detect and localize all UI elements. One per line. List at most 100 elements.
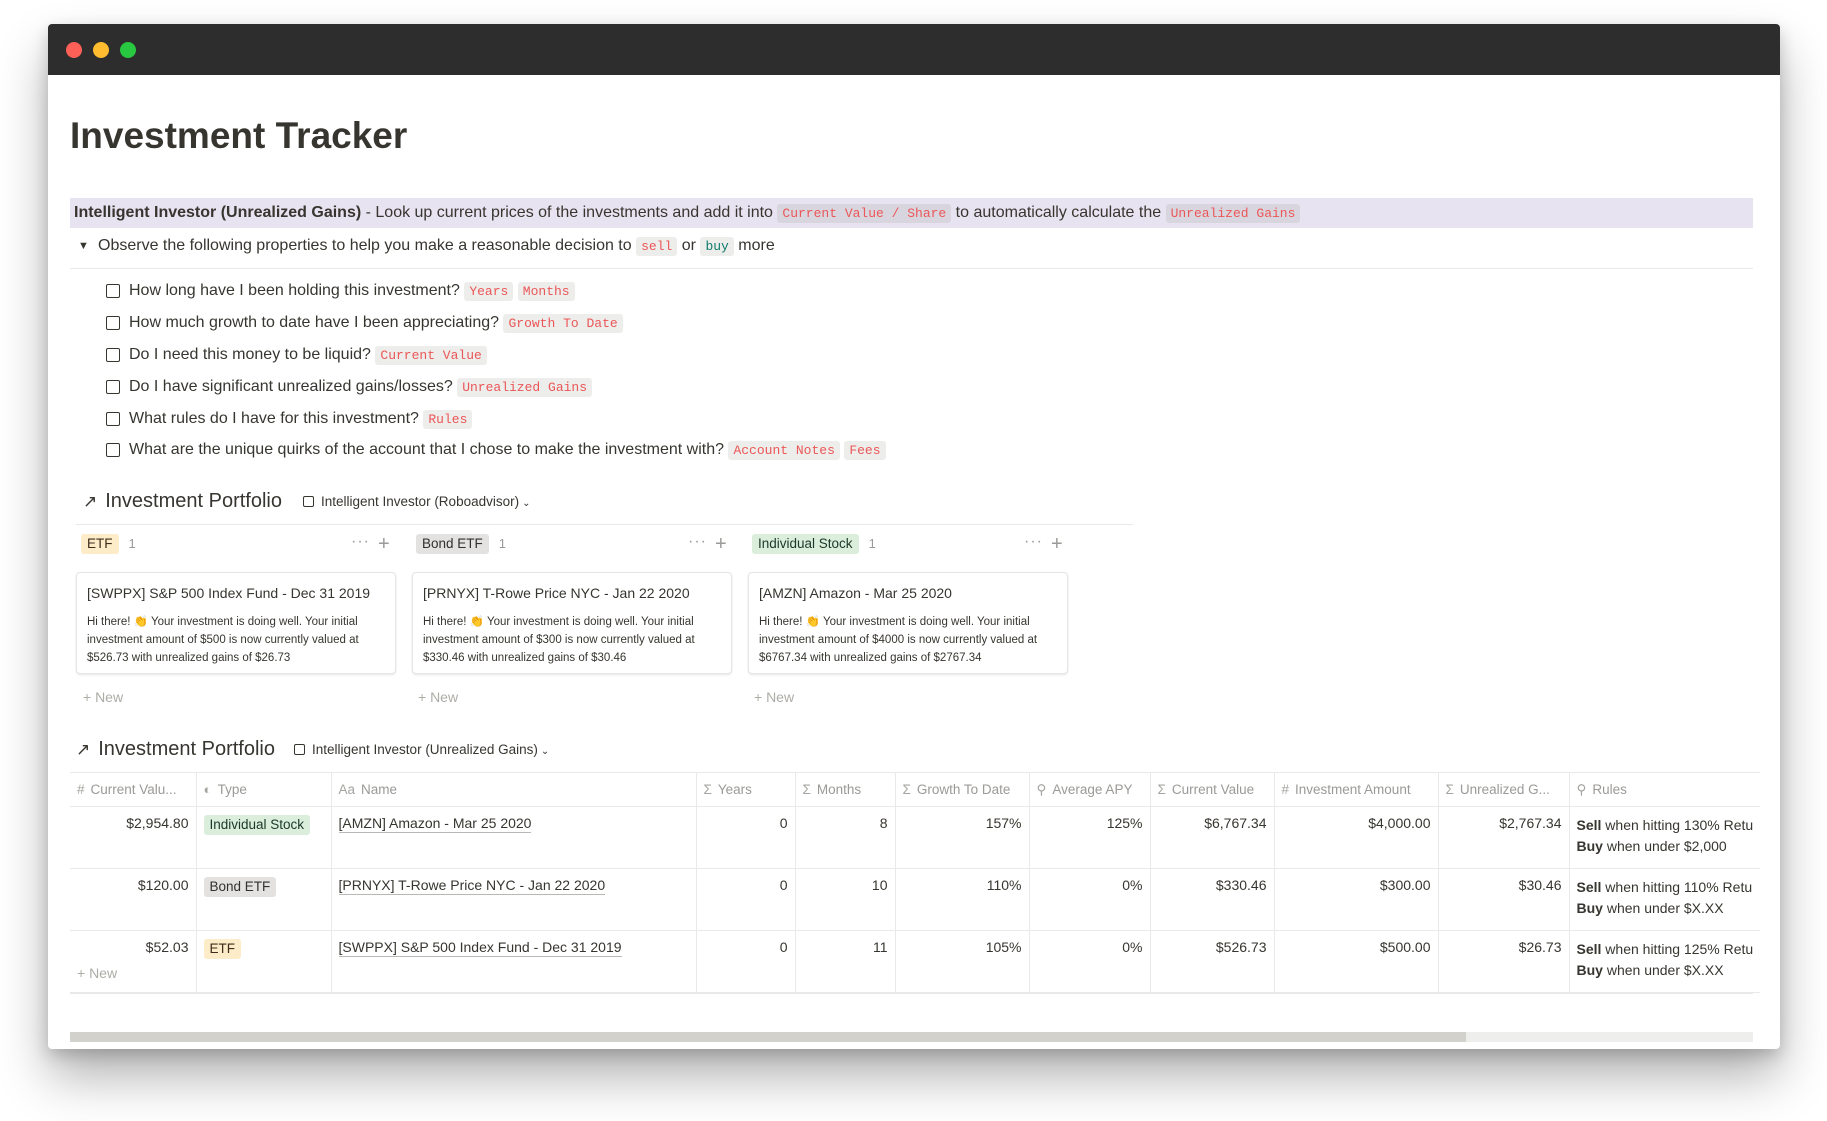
select-icon: ◐ [203,782,212,797]
column-header-investment-amount[interactable]: # Investment Amount [1274,772,1439,807]
cell-unrealized-gains[interactable]: $26.73 [1438,930,1570,993]
column-add-button[interactable]: + [1051,533,1064,556]
board-card[interactable]: [SWPPX] S&P 500 Index Fund - Dec 31 2019… [76,572,396,674]
page-content: Investment Tracker Intelligent Investor … [48,75,1780,1049]
rule-sell: Sell when hitting 125% Retu [1577,939,1754,960]
cell-current-value[interactable]: $6,767.34 [1150,806,1275,869]
row-name-link[interactable]: [SWPPX] S&P 500 Index Fund - Dec 31 2019 [338,939,622,957]
rule-text: when hitting 125% Retu [1601,941,1754,957]
column-add-button[interactable]: + [378,533,391,556]
column-header-rules[interactable]: ⚲ Rules [1569,772,1761,807]
cell-years[interactable]: 0 [696,930,796,993]
column-header-growth-to-date[interactable]: Σ Growth To Date [895,772,1030,807]
board-card[interactable]: [AMZN] Amazon - Mar 25 2020 Hi there! 👏 … [748,572,1068,674]
cell-investment-amount[interactable]: $500.00 [1274,930,1439,993]
column-header-name[interactable]: Aa Name [331,772,697,807]
checkbox[interactable] [106,348,120,362]
cell-years[interactable]: 0 [696,868,796,931]
formula-icon: Σ [703,782,712,797]
toggle-text: or [677,237,701,254]
close-window-button[interactable] [66,42,82,58]
cell-current-value-share[interactable]: $2,954.80 [70,806,197,869]
cell-growth[interactable]: 105% [895,930,1030,993]
cell-months[interactable]: 11 [795,930,896,993]
board-heading[interactable]: ↗ Investment Portfolio [83,490,282,513]
cell-name[interactable]: [PRNYX] T-Rowe Price NYC - Jan 22 2020 [331,868,697,931]
new-row-button[interactable]: + New [77,965,117,981]
cell-rules[interactable]: Sell when hitting 130% Retu Buy when und… [1569,806,1761,869]
column-add-button[interactable]: + [715,533,728,556]
checkbox[interactable] [106,412,120,426]
cell-type[interactable]: ETF [196,930,332,993]
cell-investment-amount[interactable]: $4,000.00 [1274,806,1439,869]
new-card-button[interactable]: + New [83,689,123,705]
row-name-link[interactable]: [AMZN] Amazon - Mar 25 2020 [338,815,532,833]
cell-growth[interactable]: 110% [895,868,1030,931]
horizontal-scrollbar-thumb[interactable] [70,1032,1466,1042]
cell-months[interactable]: 10 [795,868,896,931]
board-card[interactable]: [PRNYX] T-Rowe Price NYC - Jan 22 2020 H… [412,572,732,674]
cell-months[interactable]: 8 [795,806,896,869]
column-header-months[interactable]: Σ Months [795,772,896,807]
column-header-current-value-share[interactable]: # Current Valu... [70,772,197,807]
cell-apy[interactable]: 125% [1029,806,1151,869]
table-row[interactable]: $120.00 Bond ETF [PRNYX] T-Rowe Price NY… [70,868,1761,931]
checkbox[interactable] [106,284,120,298]
formula-icon: Σ [902,782,911,797]
column-label: Rules [1592,781,1627,797]
column-header-unrealized-gains[interactable]: Σ Unrealized G... [1438,772,1570,807]
table-heading[interactable]: ↗ Investment Portfolio [76,738,275,761]
cell-current-value[interactable]: $526.73 [1150,930,1275,993]
minimize-window-button[interactable] [93,42,109,58]
column-label: Investment Amount [1295,782,1411,797]
checkbox[interactable] [106,380,120,394]
new-card-button[interactable]: + New [754,689,794,705]
column-more-button[interactable]: ··· [351,533,370,551]
database-table: # Current Valu... ◐ Type Aa Name Σ Years Σ Mo… [70,772,1761,993]
cell-apy[interactable]: 0% [1029,868,1151,931]
cell-current-value-share[interactable]: $120.00 [70,868,197,931]
column-header-current-value[interactable]: Σ Current Value [1150,772,1275,807]
table-row[interactable]: $2,954.80 Individual Stock [AMZN] Amazon… [70,806,1761,869]
cell-name[interactable]: [SWPPX] S&P 500 Index Fund - Dec 31 2019 [331,930,697,993]
cell-current-value[interactable]: $330.46 [1150,868,1275,931]
cell-rules[interactable]: Sell when hitting 125% Retu Buy when und… [1569,930,1761,993]
linked-arrow-icon: ↗ [76,740,91,759]
new-card-button[interactable]: + New [418,689,458,705]
cell-apy[interactable]: 0% [1029,930,1151,993]
board-view-selector[interactable]: Intelligent Investor (Roboadvisor) ⌄ [303,494,531,509]
cell-investment-amount[interactable]: $300.00 [1274,868,1439,931]
todo-item[interactable]: Do I have significant unrealized gains/l… [106,376,593,399]
column-more-button[interactable]: ··· [1024,533,1043,551]
todo-item[interactable]: What are the unique quirks of the accoun… [106,439,886,462]
checkbox[interactable] [106,443,120,457]
toggle-block[interactable]: ▼ Observe the following properties to hel… [78,235,775,258]
todo-item[interactable]: How much growth to date have I been appr… [106,312,623,335]
divider [76,524,1133,525]
column-header-years[interactable]: Σ Years [696,772,796,807]
cell-growth[interactable]: 157% [895,806,1030,869]
column-more-button[interactable]: ··· [688,533,707,551]
todo-text: Do I need this money to be liquid? [129,346,371,363]
cell-current-value-share[interactable]: $52.03 [70,930,197,993]
cell-type[interactable]: Individual Stock [196,806,332,869]
row-name-link[interactable]: [PRNYX] T-Rowe Price NYC - Jan 22 2020 [338,877,606,895]
column-header-average-apy[interactable]: ⚲ Average APY [1029,772,1151,807]
todo-item[interactable]: How long have I been holding this invest… [106,280,575,303]
toggle-triangle-icon[interactable]: ▼ [78,235,98,257]
table-row[interactable]: $52.03 ETF [SWPPX] S&P 500 Index Fund - … [70,930,1761,993]
formula-icon: Σ [802,782,811,797]
table-view-icon [294,744,305,755]
checkbox[interactable] [106,316,120,330]
cell-unrealized-gains[interactable]: $2,767.34 [1438,806,1570,869]
cell-years[interactable]: 0 [696,806,796,869]
todo-item[interactable]: Do I need this money to be liquid? Curre… [106,344,487,367]
table-view-selector[interactable]: Intelligent Investor (Unrealized Gains) ⌄ [294,742,549,757]
maximize-window-button[interactable] [120,42,136,58]
cell-type[interactable]: Bond ETF [196,868,332,931]
todo-item[interactable]: What rules do I have for this investment… [106,408,473,431]
cell-rules[interactable]: Sell when hitting 110% Retu Buy when und… [1569,868,1761,931]
cell-name[interactable]: [AMZN] Amazon - Mar 25 2020 [331,806,697,869]
cell-unrealized-gains[interactable]: $30.46 [1438,868,1570,931]
column-header-type[interactable]: ◐ Type [196,772,332,807]
